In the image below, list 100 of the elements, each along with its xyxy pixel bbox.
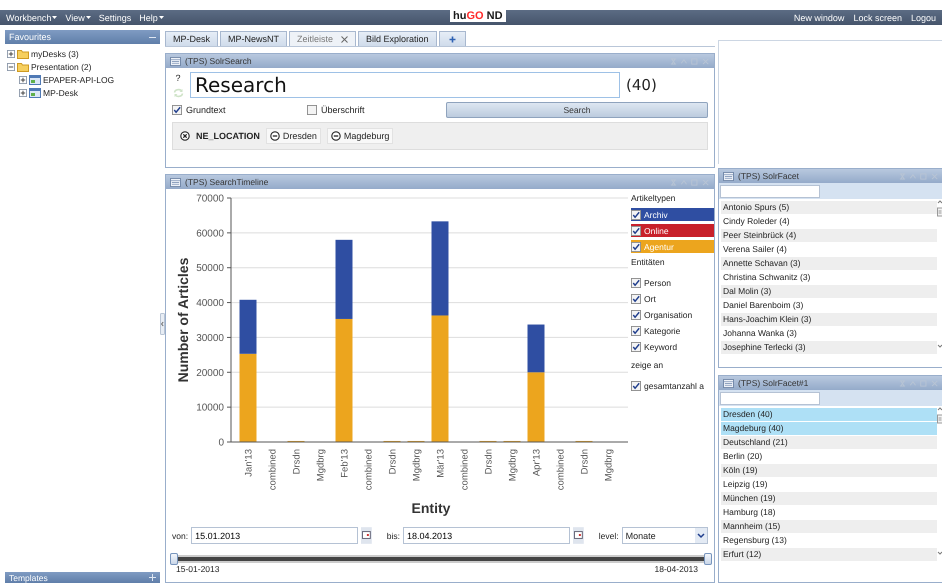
- collapse-handle[interactable]: [160, 313, 165, 335]
- checkbox[interactable]: [631, 242, 641, 252]
- level-dropdown[interactable]: Monate: [622, 527, 708, 544]
- legend-label: gesamtanzahl a: [644, 380, 704, 390]
- menu-item[interactable]: Help: [139, 12, 164, 22]
- header-link[interactable]: Lock screen: [853, 12, 902, 22]
- menu-item[interactable]: Settings: [98, 12, 132, 22]
- range-start-label: 15-01-2013: [176, 564, 220, 574]
- logo-text: huGO ND: [450, 10, 506, 22]
- collapse-icon[interactable]: [7, 62, 15, 70]
- legend-title: Entitäten: [631, 256, 666, 269]
- facet-item[interactable]: Dresden (40): [721, 408, 937, 421]
- expand-icon[interactable]: [7, 50, 15, 58]
- checkbox[interactable]: [631, 380, 641, 390]
- checkbox[interactable]: [172, 105, 182, 115]
- tick-label: Jan'13: [244, 449, 254, 477]
- close-icon[interactable]: [341, 36, 348, 42]
- tree-item[interactable]: myDesks (3): [31, 48, 79, 58]
- field-label: bis:: [386, 530, 400, 540]
- search-field[interactable]: Research: [190, 72, 620, 98]
- facet-item[interactable]: Antonio Spurs (5): [721, 201, 937, 214]
- tick-label: Apr'13: [532, 449, 542, 476]
- facet-item[interactable]: Mannheim (15): [721, 520, 937, 533]
- facet-item[interactable]: Annette Schavan (3): [721, 257, 937, 270]
- add-tab-button[interactable]: [438, 31, 466, 46]
- folder-icon: [17, 62, 29, 72]
- tab[interactable]: MP-Desk: [165, 31, 218, 46]
- window-icon: [29, 74, 41, 84]
- facet-item[interactable]: Josephine Terlecki (3): [721, 341, 937, 354]
- panel-title: (TPS) SolrSearch: [185, 56, 253, 66]
- help-text[interactable]: ?: [175, 72, 180, 82]
- tree-item[interactable]: EPAPER-API-LOG: [43, 74, 114, 84]
- panel-title: (TPS) SearchTimeline: [185, 177, 270, 187]
- menu-item[interactable]: View: [65, 12, 91, 22]
- header-link[interactable]: New window: [794, 12, 844, 22]
- tick-label: 20000: [196, 368, 224, 379]
- tick-label: 10000: [196, 402, 224, 414]
- filter-chip[interactable]: Magdeburg: [326, 128, 394, 144]
- checkbox[interactable]: [631, 294, 641, 304]
- tree-item[interactable]: Presentation (2): [31, 62, 92, 72]
- checkbox[interactable]: [631, 326, 641, 336]
- caret-icon: [52, 16, 58, 20]
- checkbox-label: Überschrift: [320, 105, 364, 115]
- tree-item[interactable]: MP-Desk: [43, 88, 78, 98]
- facet-item[interactable]: Köln (19): [721, 464, 937, 477]
- sidebar-title: Favourites: [9, 32, 52, 42]
- tick-label: Feb'13: [340, 449, 350, 478]
- facet-item[interactable]: München (19): [721, 492, 937, 505]
- tick-label: 70000: [196, 194, 224, 204]
- axis-title: Entity: [412, 500, 450, 516]
- filter-field[interactable]: [720, 392, 820, 404]
- tick-label: Mgdbrg: [412, 449, 422, 482]
- facet-item[interactable]: Magdeburg (40): [721, 422, 937, 435]
- calendar-icon[interactable]: [572, 527, 584, 544]
- search-button[interactable]: Search: [446, 102, 708, 118]
- filter-chip[interactable]: Dresden: [266, 128, 321, 144]
- date-field[interactable]: 15.01.2013: [191, 527, 358, 544]
- facet-item[interactable]: Erfurt (12): [721, 548, 937, 561]
- facet-item[interactable]: Hans-Joachim Klein (3): [721, 313, 937, 326]
- facet-item[interactable]: Dal Molin (3): [721, 285, 937, 298]
- menu-item[interactable]: Workbench: [6, 12, 58, 22]
- checkbox[interactable]: [631, 342, 641, 352]
- window-icon: [29, 88, 41, 98]
- slider-handle[interactable]: [170, 553, 178, 565]
- expand-icon[interactable]: [19, 88, 27, 96]
- minus-icon[interactable]: [330, 131, 341, 141]
- checkbox[interactable]: [631, 278, 641, 288]
- scrollbar[interactable]: [937, 199, 942, 349]
- tick-label: 60000: [196, 228, 224, 240]
- panel-title: (TPS) SolrFacet#1: [738, 378, 810, 388]
- legend-item[interactable]: Archiv: [631, 208, 714, 221]
- tab[interactable]: Bild Exploration: [358, 31, 437, 46]
- checkbox[interactable]: [631, 310, 641, 320]
- checkbox[interactable]: [306, 105, 317, 115]
- scrollbar[interactable]: [937, 406, 942, 556]
- tick-label: Mgdbrg: [508, 449, 518, 482]
- facet-item[interactable]: Peer Steinbrück (4): [721, 229, 937, 242]
- checkbox[interactable]: [631, 210, 641, 220]
- legend-title: zeige an: [631, 359, 664, 372]
- tab[interactable]: MP-NewsNT: [220, 31, 288, 46]
- date-field[interactable]: 18.04.2013: [403, 527, 570, 544]
- legend-item[interactable]: Online: [631, 224, 714, 237]
- minus-icon[interactable]: [270, 131, 280, 141]
- filter-field[interactable]: [720, 184, 820, 198]
- calendar-icon[interactable]: [361, 527, 372, 544]
- remove-icon[interactable]: [180, 131, 190, 141]
- header-link[interactable]: Logou: [910, 12, 936, 22]
- facet-item[interactable]: Deutschland (21): [721, 436, 937, 449]
- checkbox[interactable]: [631, 226, 641, 236]
- tick-label: Drsdn: [292, 449, 302, 474]
- tick-label: combined: [268, 449, 278, 490]
- slider-handle[interactable]: [704, 553, 712, 565]
- legend-label: Kategorie: [644, 326, 680, 336]
- legend-label: Online: [644, 226, 669, 236]
- legend-label: Organisation: [644, 310, 692, 320]
- add-icon[interactable]: [149, 574, 156, 581]
- tab[interactable]: Zeitleiste: [289, 31, 356, 46]
- tick-label: Mgdbrg: [316, 449, 326, 482]
- expand-icon[interactable]: [19, 76, 27, 84]
- tick-label: Drsdn: [388, 449, 398, 474]
